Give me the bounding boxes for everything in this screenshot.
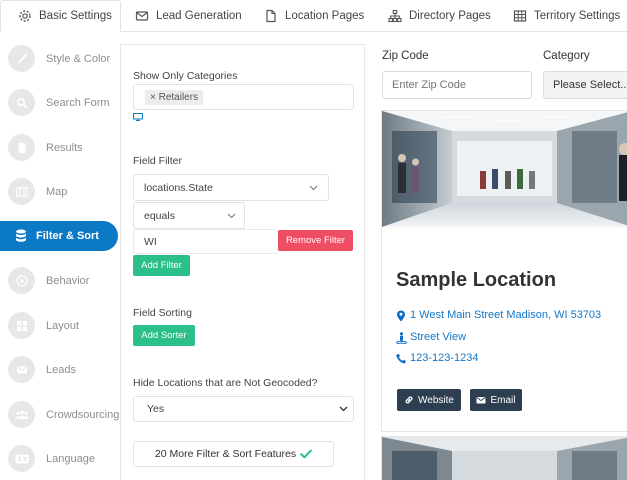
category-select[interactable]: Please Select... — [543, 71, 627, 99]
hide-not-geocoded-select[interactable]: Yes — [133, 396, 354, 422]
desktop-icon[interactable] — [133, 113, 143, 121]
sidebar-item-filter-sort[interactable]: Filter & Sort — [0, 221, 118, 251]
email-button-label: Email — [490, 394, 516, 406]
more-features-label: 20 More Filter & Sort Features — [154, 448, 297, 460]
geocode-label: Hide Locations that are Not Geocoded? — [133, 377, 318, 389]
grid-icon — [8, 312, 35, 339]
filter-operator-select[interactable]: equals — [133, 202, 245, 229]
database-icon — [14, 229, 28, 243]
sidebar-item-label: Search Form — [46, 96, 110, 109]
envelope-icon — [135, 9, 149, 23]
tab-label: Lead Generation — [156, 10, 242, 22]
chevron-down-icon — [309, 185, 318, 191]
tab-location-pages[interactable]: Location Pages — [264, 0, 364, 32]
sidebar-item-search-form[interactable]: Search Form — [0, 87, 122, 118]
phone-text: 123-123-1234 — [410, 352, 479, 364]
locator-preview: Zip Code Category Please Select... — [365, 32, 627, 480]
chevron-down-icon — [227, 213, 236, 219]
sidebar-item-label: Map — [46, 185, 68, 198]
email-button[interactable]: Email — [470, 389, 522, 411]
location-card-2 — [381, 436, 627, 480]
filter-sort-settings-panel: Show Only Categories × Retailers Field F… — [120, 44, 365, 480]
address-text: 1 West Main Street Madison, WI 53703 — [410, 309, 602, 321]
tab-directory-pages[interactable]: Directory Pages — [388, 0, 491, 32]
brush-icon — [8, 45, 35, 72]
play-icon — [8, 267, 35, 294]
street-view-text: Street View — [410, 331, 467, 343]
location-photo — [382, 111, 627, 227]
website-button[interactable]: Website — [397, 389, 461, 411]
users-icon — [8, 401, 35, 428]
sidebar-item-leads[interactable]: Leads — [0, 354, 122, 385]
tab-label: Directory Pages — [409, 10, 491, 22]
categories-multiselect[interactable]: × Retailers — [133, 84, 354, 110]
map-marker-icon — [396, 310, 406, 321]
address-link[interactable]: 1 West Main Street Madison, WI 53703 — [396, 309, 601, 321]
add-filter-button[interactable]: Add Filter — [133, 255, 190, 276]
category-tag-retailers[interactable]: × Retailers — [145, 89, 204, 105]
street-view-icon — [396, 331, 407, 344]
sidebar-item-label: Style & Color — [46, 52, 111, 65]
tab-territory-settings[interactable]: Territory Settings — [513, 0, 620, 32]
filter-value-text: WI — [144, 235, 157, 248]
envelope-icon — [476, 395, 486, 405]
zip-code-input[interactable] — [382, 71, 532, 99]
zip-code-label: Zip Code — [382, 50, 429, 62]
table-icon — [513, 9, 527, 23]
location-photo-2 — [382, 437, 627, 480]
add-sorter-button[interactable]: Add Sorter — [133, 325, 195, 346]
sidebar-item-label: Layout — [46, 319, 80, 332]
check-icon — [300, 449, 312, 459]
envelope-icon — [8, 356, 35, 383]
tab-label: Location Pages — [285, 10, 365, 22]
sidebar-item-map[interactable]: Map — [0, 176, 122, 207]
sidebar-item-layout[interactable]: Layout — [0, 310, 122, 341]
sidebar-item-label: Language — [46, 452, 95, 465]
categories-label: Show Only Categories — [133, 70, 238, 82]
filter-field-select[interactable]: locations.State — [133, 174, 329, 201]
tab-label: Territory Settings — [534, 10, 621, 22]
sidebar-item-label: Filter & Sort — [36, 230, 99, 242]
link-icon — [404, 395, 414, 405]
sidebar-item-label: Leads — [46, 363, 76, 376]
filter-value-input[interactable]: WI — [133, 229, 279, 254]
filter-field-value: locations.State — [144, 181, 213, 194]
search-icon — [8, 89, 35, 116]
file-icon — [8, 134, 35, 161]
tab-label: Basic Settings — [39, 10, 112, 22]
sidebar-item-crowdsourcing[interactable]: Crowdsourcing — [0, 399, 122, 430]
tab-lead-generation[interactable]: Lead Generation — [135, 0, 242, 32]
category-label: Category — [543, 50, 590, 62]
file-icon — [264, 9, 278, 23]
phone-link[interactable]: 123-123-1234 — [396, 352, 479, 364]
sidebar-item-results[interactable]: Results — [0, 132, 122, 163]
field-filter-label: Field Filter — [133, 155, 183, 167]
sitemap-icon — [388, 9, 402, 23]
top-tab-bar: Basic Settings Lead Generation Location … — [0, 0, 627, 32]
settings-sidebar: Style & Color Search Form Results Map Fi… — [0, 32, 120, 480]
location-title: Sample Location — [396, 269, 557, 291]
sidebar-item-style-color[interactable]: Style & Color — [0, 43, 122, 74]
location-card: Sample Location 1 West Main Street Madis… — [381, 110, 627, 432]
category-select-value: Please Select... — [553, 79, 627, 91]
geocode-value: Yes — [147, 403, 165, 415]
map-icon — [8, 178, 35, 205]
sidebar-item-label: Results — [46, 141, 83, 154]
gear-icon — [18, 9, 32, 23]
sidebar-item-label: Behavior — [46, 274, 90, 287]
sidebar-item-behavior[interactable]: Behavior — [0, 265, 122, 296]
sidebar-item-language[interactable]: Language — [0, 443, 122, 474]
remove-filter-button[interactable]: Remove Filter — [278, 230, 353, 251]
language-icon — [8, 445, 35, 472]
street-view-link[interactable]: Street View — [396, 331, 467, 344]
filter-operator-value: equals — [144, 209, 175, 222]
chevron-down-icon — [339, 406, 348, 412]
sidebar-item-label: Crowdsourcing — [46, 408, 120, 421]
phone-icon — [396, 353, 406, 364]
more-features-button[interactable]: 20 More Filter & Sort Features — [133, 441, 334, 467]
website-button-label: Website — [418, 394, 454, 406]
tab-basic-settings[interactable]: Basic Settings — [0, 0, 121, 32]
field-sorting-label: Field Sorting — [133, 307, 192, 319]
